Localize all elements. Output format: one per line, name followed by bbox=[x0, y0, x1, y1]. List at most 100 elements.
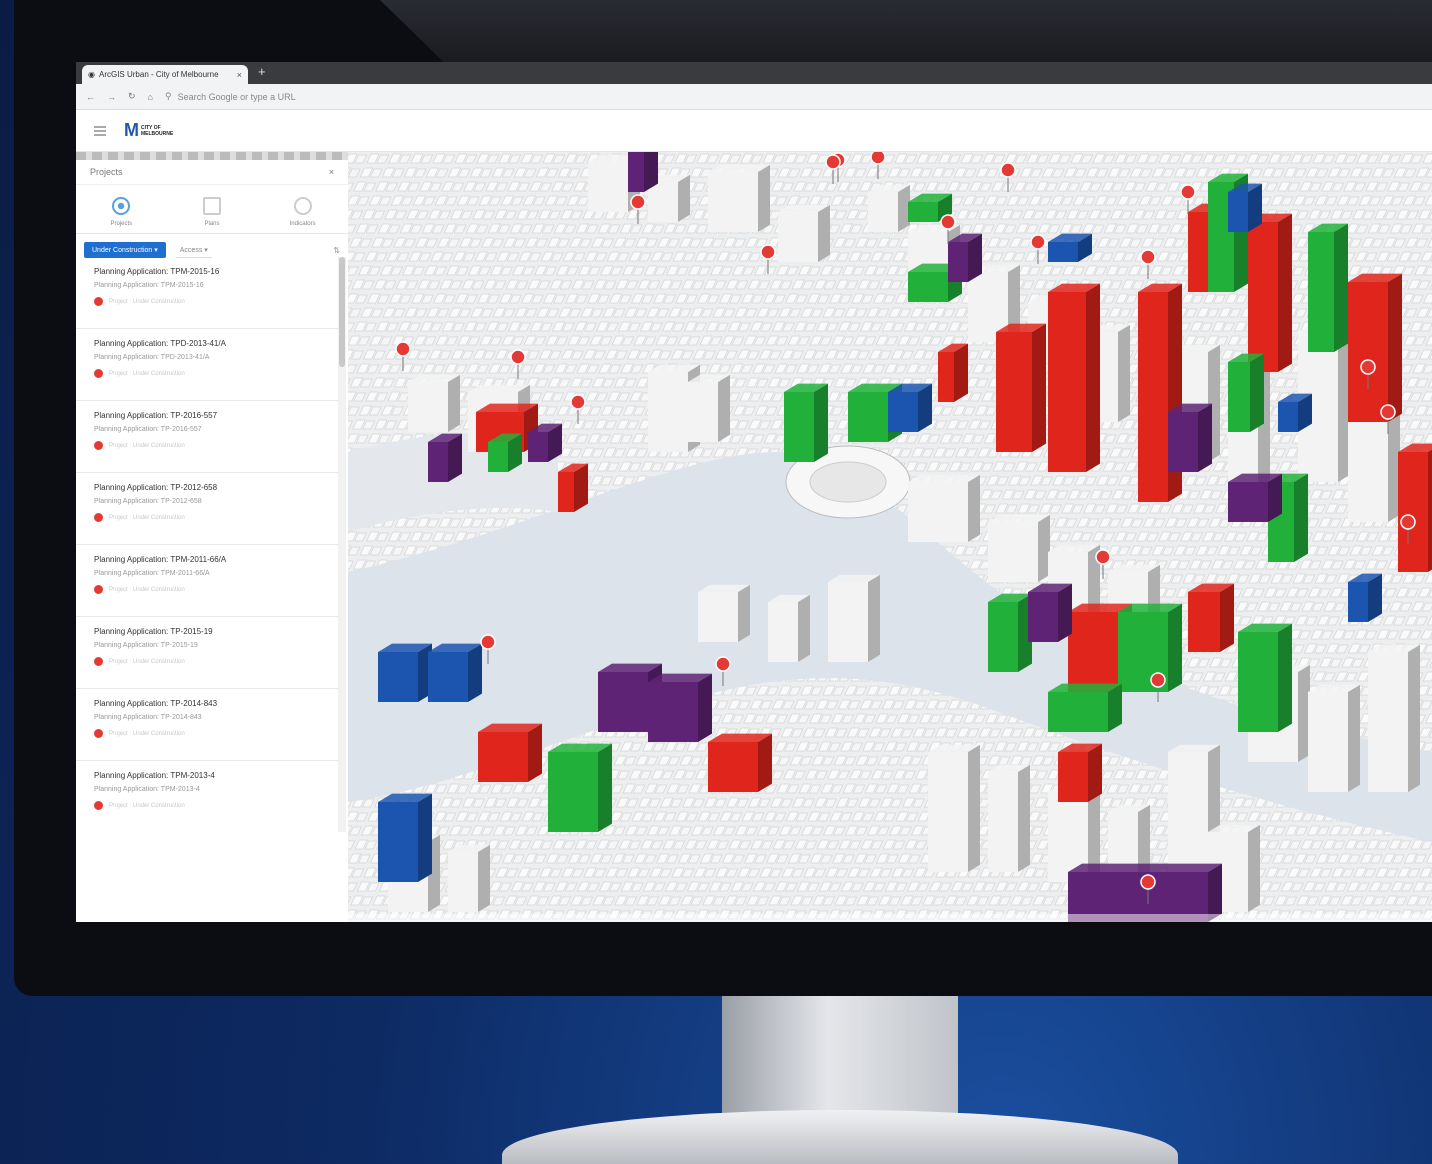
grey-building[interactable] bbox=[768, 594, 810, 662]
grey-building[interactable] bbox=[448, 844, 490, 912]
green-development[interactable] bbox=[488, 433, 522, 472]
tab-projects[interactable]: Projects bbox=[86, 197, 156, 227]
blue-development[interactable] bbox=[1228, 183, 1262, 232]
purple-development[interactable] bbox=[1028, 583, 1072, 642]
status-dot-icon bbox=[94, 369, 103, 378]
blue-development[interactable] bbox=[1348, 573, 1382, 622]
red-development[interactable] bbox=[1248, 213, 1292, 372]
purple-development[interactable] bbox=[628, 152, 658, 192]
grey-building[interactable] bbox=[908, 474, 980, 542]
menu-icon[interactable] bbox=[94, 125, 106, 136]
grey-building[interactable] bbox=[1368, 644, 1420, 792]
grey-building[interactable] bbox=[828, 574, 880, 662]
item-status: Project · Under Construction bbox=[94, 441, 320, 450]
item-subtitle: Planning Application: TPM-2011-66/A bbox=[94, 570, 210, 577]
grey-building[interactable] bbox=[868, 184, 910, 232]
green-development[interactable] bbox=[1118, 603, 1182, 692]
red-development[interactable] bbox=[708, 733, 772, 792]
green-development[interactable] bbox=[1228, 353, 1264, 432]
monitor-stand-base bbox=[502, 1110, 1178, 1164]
green-development[interactable] bbox=[1048, 683, 1122, 732]
sort-icon[interactable]: ⇅ bbox=[333, 246, 340, 255]
blue-development[interactable] bbox=[378, 643, 432, 702]
item-title: Planning Application: TP-2016-557 bbox=[94, 411, 218, 420]
close-panel-icon[interactable]: × bbox=[329, 167, 334, 177]
close-tab-icon[interactable]: × bbox=[237, 70, 242, 80]
tab-indicators[interactable]: Indicators bbox=[268, 197, 338, 227]
green-development[interactable] bbox=[988, 593, 1032, 672]
status-dot-icon bbox=[94, 441, 103, 450]
item-status: Project · Under Construction bbox=[94, 801, 320, 810]
item-title: Planning Application: TP-2012-658 bbox=[94, 483, 218, 492]
green-development[interactable] bbox=[1238, 623, 1292, 732]
red-development[interactable] bbox=[1048, 283, 1100, 472]
red-development[interactable] bbox=[478, 723, 542, 782]
red-development[interactable] bbox=[996, 323, 1046, 452]
browser-tabstrip: ◉ ArcGIS Urban - City of Melbourne × + bbox=[76, 62, 1432, 84]
omnibox[interactable]: ⚲ Search Google or type a URL bbox=[165, 91, 296, 102]
status-filter-button[interactable]: Under Construction ▾ bbox=[84, 242, 166, 258]
purple-development[interactable] bbox=[648, 673, 712, 742]
grey-building[interactable] bbox=[708, 164, 770, 232]
city-3d-map[interactable] bbox=[348, 152, 1432, 922]
item-subtitle: Planning Application: TPD-2013-41/A bbox=[94, 354, 210, 361]
green-development[interactable] bbox=[548, 743, 612, 832]
blue-development[interactable] bbox=[1278, 393, 1312, 432]
purple-development[interactable] bbox=[1168, 403, 1212, 472]
tab-plans[interactable]: Plans bbox=[177, 197, 247, 227]
list-scrollbar[interactable] bbox=[338, 257, 346, 832]
list-item[interactable]: Planning Application: TP-2012-658 Plannin… bbox=[76, 473, 338, 545]
red-development[interactable] bbox=[1348, 273, 1402, 422]
red-development[interactable] bbox=[1188, 583, 1234, 652]
item-status: Project · Under Construction bbox=[94, 297, 320, 306]
grey-building[interactable] bbox=[408, 374, 460, 432]
list-item[interactable]: Planning Application: TPM-2013-4 Planning… bbox=[76, 761, 338, 832]
red-development[interactable] bbox=[1398, 443, 1432, 572]
new-tab-button[interactable]: + bbox=[258, 64, 266, 79]
indicators-icon bbox=[293, 197, 312, 215]
grey-building[interactable] bbox=[698, 584, 750, 642]
purple-development[interactable] bbox=[948, 233, 982, 282]
back-icon[interactable]: ← bbox=[86, 92, 95, 102]
logo-text: CITY OF MELBOURNE bbox=[141, 124, 174, 137]
list-item[interactable]: Planning Application: TP-2015-19 Planning… bbox=[76, 617, 338, 689]
item-status: Project · Under Construction bbox=[94, 513, 320, 522]
blue-development[interactable] bbox=[888, 383, 932, 432]
forward-icon[interactable]: → bbox=[107, 92, 116, 102]
item-title: Planning Application: TPM-2013-4 bbox=[94, 771, 215, 780]
blue-development[interactable] bbox=[378, 793, 432, 882]
grey-building[interactable] bbox=[988, 514, 1050, 582]
address-bar: ← → ↻ ⌂ ⚲ Search Google or type a URL bbox=[76, 84, 1432, 110]
list-item[interactable]: Planning Application: TP-2016-557 Plannin… bbox=[76, 401, 338, 473]
panel-tabs: Projects Plans Indicators bbox=[76, 185, 348, 234]
home-icon[interactable]: ⌂ bbox=[148, 92, 153, 102]
blue-development[interactable] bbox=[428, 643, 482, 702]
purple-development[interactable] bbox=[528, 423, 562, 462]
grey-building[interactable] bbox=[928, 744, 980, 872]
item-status: Project · Under Construction bbox=[94, 729, 320, 738]
red-development[interactable] bbox=[938, 343, 968, 402]
list-item[interactable]: Planning Application: TP-2014-843 Plannin… bbox=[76, 689, 338, 761]
reload-icon[interactable]: ↻ bbox=[128, 91, 136, 102]
panel-title: Projects bbox=[90, 167, 123, 177]
purple-development[interactable] bbox=[1228, 473, 1282, 522]
red-development[interactable] bbox=[558, 463, 588, 512]
map-attribution bbox=[348, 914, 1432, 922]
status-dot-icon bbox=[94, 585, 103, 594]
access-filter-select[interactable]: Access ▾ bbox=[175, 243, 212, 258]
green-development[interactable] bbox=[1308, 223, 1348, 352]
green-development[interactable] bbox=[784, 383, 828, 462]
purple-development[interactable] bbox=[428, 433, 462, 482]
list-item[interactable]: Planning Application: TPD-2013-41/A Plann… bbox=[76, 329, 338, 401]
red-development[interactable] bbox=[1058, 743, 1102, 802]
list-item[interactable]: Planning Application: TPM-2015-16 Plannin… bbox=[76, 257, 338, 329]
scrollbar-thumb[interactable] bbox=[339, 257, 345, 367]
browser-tab[interactable]: ◉ ArcGIS Urban - City of Melbourne × bbox=[82, 65, 248, 84]
grey-building[interactable] bbox=[688, 374, 730, 442]
grey-building[interactable] bbox=[1308, 684, 1360, 792]
grey-building[interactable] bbox=[778, 204, 830, 262]
item-title: Planning Application: TPM-2015-16 bbox=[94, 267, 220, 276]
grey-building[interactable] bbox=[988, 764, 1030, 872]
item-title: Planning Application: TPD-2013-41/A bbox=[94, 339, 226, 348]
list-item[interactable]: Planning Application: TPM-2011-66/A Plann… bbox=[76, 545, 338, 617]
